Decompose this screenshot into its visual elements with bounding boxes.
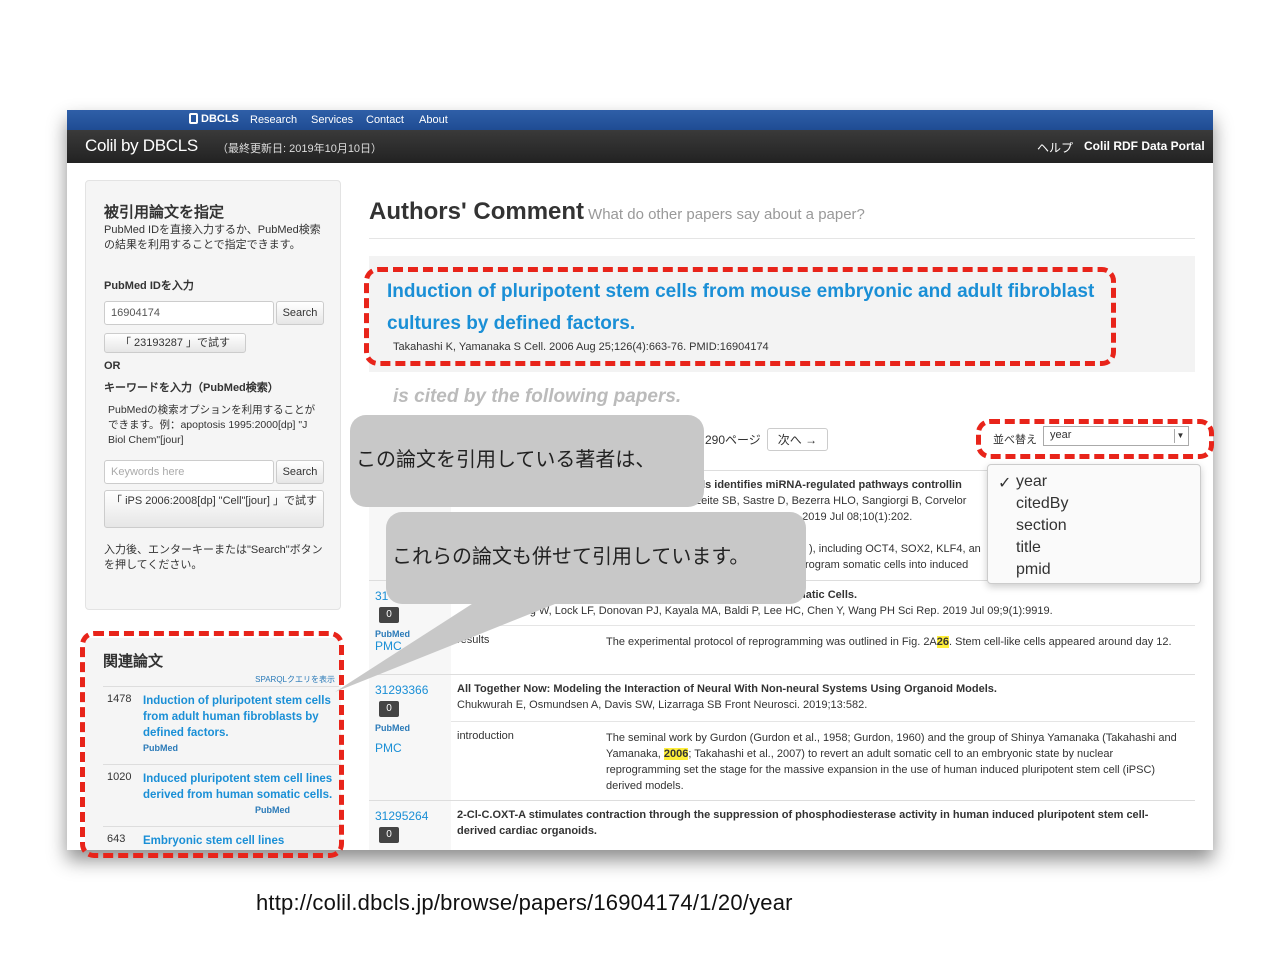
callout-bubble-2: これらの論文も併せて引用しています。 bbox=[386, 512, 806, 604]
callout-bubble-1: この論文を引用している著者は、 bbox=[350, 415, 704, 507]
page-url: http://colil.dbcls.jp/browse/papers/1690… bbox=[256, 890, 793, 915]
